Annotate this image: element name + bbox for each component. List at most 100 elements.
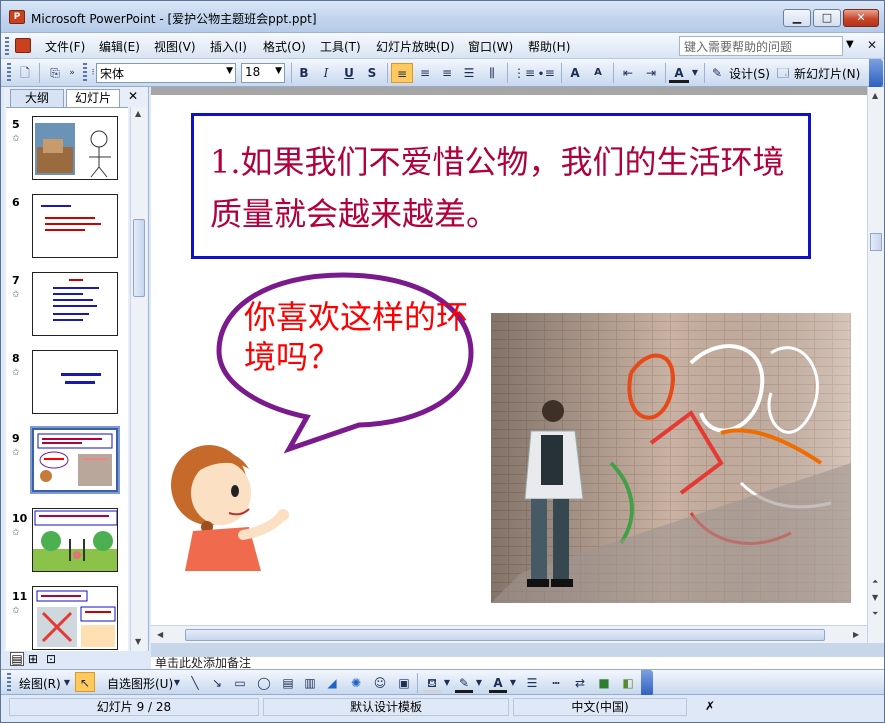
document-close-icon[interactable]: ✕ — [867, 38, 877, 52]
scroll-up-icon[interactable]: ▲ — [135, 109, 141, 118]
menu-edit[interactable]: 编辑(E) — [99, 38, 140, 55]
slide-thumbnail-6[interactable] — [32, 194, 118, 258]
slide-vertical-scrollbar[interactable]: ▲ ⏶ ▼ ⏷ — [867, 87, 884, 643]
slideshow-view-icon[interactable]: ⊡ — [46, 652, 56, 666]
arrow-style-icon[interactable]: ⇄ — [571, 673, 589, 693]
font-name-select[interactable]: 宋体 ▼ — [96, 63, 236, 83]
picture-icon[interactable]: ▣ — [395, 673, 413, 693]
slide-canvas[interactable]: 1.如果我们不爱惜公物，我们的生活环境质量就会越来越差。 你喜欢这样的环境吗？ — [151, 95, 867, 625]
autoshapes-button[interactable]: 自选图形(U) — [107, 675, 173, 692]
oval-icon[interactable]: ◯ — [255, 673, 273, 693]
drawing-toolbar-options-button[interactable] — [641, 670, 653, 696]
slide-thumbnail-11[interactable] — [32, 586, 118, 650]
numbering-icon[interactable]: ⋮≡ — [513, 63, 535, 83]
previous-slide-icon[interactable]: ⏶ — [872, 577, 878, 587]
spelling-check-icon[interactable]: ✗ — [691, 698, 729, 716]
normal-view-icon[interactable]: ▤ — [10, 652, 24, 666]
thumbnail-scrollbar[interactable]: ▲ ▼ — [130, 107, 147, 651]
bold-button[interactable]: B — [295, 63, 313, 83]
chevron-down-icon[interactable]: ▼ — [475, 673, 483, 693]
bullets-icon[interactable]: ∙≡ — [536, 63, 556, 83]
chevron-down-icon[interactable]: ▼ — [63, 673, 71, 693]
shrink-font-icon[interactable]: A — [588, 63, 608, 83]
speech-bubble-text[interactable]: 你喜欢这样的环境吗？ — [244, 297, 474, 377]
close-button[interactable]: ✕ — [843, 9, 879, 27]
menu-grip-handle[interactable] — [5, 37, 9, 55]
notes-placeholder[interactable]: 单击此处添加备注 — [155, 657, 251, 669]
italic-button[interactable]: I — [317, 63, 335, 83]
slide-thumbnail-10[interactable] — [32, 508, 118, 572]
3d-style-icon[interactable]: ◧ — [619, 673, 637, 693]
slide-thumbnail-7[interactable] — [32, 272, 118, 336]
toolbar-options-button[interactable] — [869, 59, 883, 87]
chevron-down-icon[interactable]: ▼ — [173, 673, 181, 693]
vertical-textbox-icon[interactable]: ▥ — [301, 673, 319, 693]
new-slide-button[interactable]: 新幻灯片(N) — [794, 65, 860, 82]
scrollbar-thumb[interactable] — [133, 219, 145, 297]
justify-icon[interactable]: ☰ — [459, 63, 479, 83]
arrow-icon[interactable]: ↘ — [209, 673, 225, 693]
shadow-button[interactable]: S — [363, 63, 381, 83]
new-document-icon[interactable]: 🗋 — [15, 63, 35, 83]
underline-button[interactable]: U — [340, 63, 358, 83]
scrollbar-thumb[interactable] — [870, 233, 882, 251]
line-style-icon[interactable]: ☰ — [523, 673, 541, 693]
grow-font-icon[interactable]: A — [565, 63, 585, 83]
shadow-style-icon[interactable]: ■ — [595, 673, 613, 693]
menu-tools[interactable]: 工具(T) — [320, 38, 361, 55]
scroll-down-icon[interactable]: ▼ — [135, 637, 141, 646]
increase-indent-icon[interactable]: ⇥ — [641, 63, 661, 83]
font-color-icon[interactable]: A — [669, 63, 689, 83]
chevron-down-icon[interactable]: ▼ — [443, 673, 451, 693]
notes-pane[interactable]: 单击此处添加备注 — [151, 657, 884, 669]
tab-slides[interactable]: 幻灯片 — [66, 89, 120, 107]
align-center-icon[interactable]: ≡ — [415, 63, 435, 83]
minimize-button[interactable]: ▁ — [783, 9, 811, 27]
scrollbar-thumb[interactable] — [185, 629, 825, 641]
wordart-icon[interactable]: ◢ — [323, 673, 341, 693]
drawing-font-color-icon[interactable]: A — [489, 673, 507, 693]
toolbar-grip-handle[interactable] — [7, 63, 11, 83]
slide-title-box[interactable]: 1.如果我们不爱惜公物，我们的生活环境质量就会越来越差。 — [191, 113, 811, 259]
menu-window[interactable]: 窗口(W) — [468, 38, 513, 55]
font-color-dropdown-icon[interactable]: ▼ — [690, 63, 700, 83]
textbox-icon[interactable]: ▤ — [279, 673, 297, 693]
draw-menu-button[interactable]: 绘图(R) — [19, 675, 61, 692]
copy-icon[interactable]: ⎘ — [45, 63, 65, 83]
design-template-indicator[interactable]: 默认设计模板 — [263, 698, 509, 716]
next-slide-icon[interactable]: ⏷ — [872, 609, 878, 619]
line-icon[interactable]: ╲ — [187, 673, 203, 693]
align-left-icon[interactable]: ≡ — [391, 63, 413, 83]
slide-horizontal-scrollbar[interactable]: ◀ ▶ — [151, 625, 867, 643]
powerpoint-app-icon[interactable]: P — [9, 10, 25, 24]
scroll-left-icon[interactable]: ◀ — [157, 630, 163, 639]
menu-file[interactable]: 文件(F) — [45, 38, 85, 55]
scroll-up-icon[interactable]: ▲ — [872, 91, 878, 100]
chevron-down-icon[interactable]: ▼ — [509, 673, 517, 693]
slide-thumbnail-9[interactable] — [30, 426, 120, 494]
new-slide-icon[interactable]: 🗔 — [775, 63, 791, 83]
font-size-select[interactable]: 18 ▼ — [241, 63, 285, 83]
document-icon[interactable] — [15, 38, 31, 53]
slide-thumbnail-8[interactable] — [32, 350, 118, 414]
menu-help[interactable]: 帮助(H) — [528, 38, 570, 55]
menu-slideshow[interactable]: 幻灯片放映(D) — [376, 38, 455, 55]
rectangle-icon[interactable]: ▭ — [231, 673, 249, 693]
toolbar-overflow-icon[interactable]: » — [67, 63, 77, 83]
toolbar-grip-handle[interactable] — [7, 673, 11, 693]
toolbar-grip-handle[interactable] — [83, 63, 87, 83]
fill-color-icon[interactable]: ⛾ — [423, 673, 441, 693]
design-button[interactable]: 设计(S) — [729, 65, 770, 82]
decrease-indent-icon[interactable]: ⇤ — [618, 63, 638, 83]
menu-format[interactable]: 格式(O) — [263, 38, 306, 55]
align-right-icon[interactable]: ≡ — [437, 63, 457, 83]
scroll-down-icon[interactable]: ▼ — [872, 593, 878, 602]
cartoon-girl-illustration[interactable] — [163, 435, 303, 575]
help-dropdown-icon[interactable]: ▼ — [846, 39, 854, 50]
select-pointer-icon[interactable]: ↖ — [75, 672, 95, 692]
dash-style-icon[interactable]: ┅ — [547, 673, 565, 693]
panel-close-icon[interactable]: ✕ — [128, 89, 138, 103]
slide-thumbnail-5[interactable] — [32, 116, 118, 180]
distribute-icon[interactable]: ⫼ — [482, 63, 502, 83]
help-search-input[interactable]: 键入需要帮助的问题 — [679, 36, 843, 56]
